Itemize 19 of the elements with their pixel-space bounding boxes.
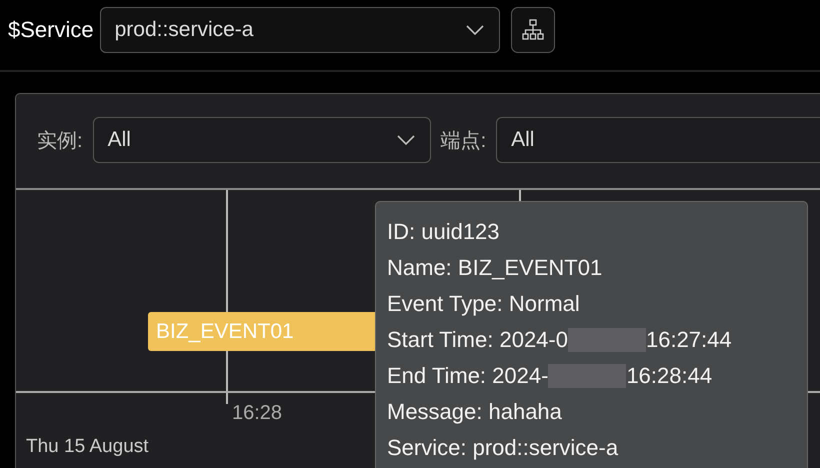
caret-icon <box>396 134 416 146</box>
date-label: Thu 15 August <box>26 436 149 458</box>
filter-label: 端点: <box>440 128 486 154</box>
filter-label: 实例: <box>37 128 83 154</box>
tooltip-line: Message: hahaha <box>387 398 562 426</box>
tooltip-line: ID: uuid123 <box>387 218 500 246</box>
filter-select[interactable]: All <box>496 117 820 163</box>
tooltip-line: Service: prod::service-a <box>387 434 618 462</box>
tooltip-line: Name: BIZ_EVENT01 <box>387 254 602 282</box>
caret-icon <box>464 24 485 36</box>
tooltip-time: 16:27:44 <box>646 326 732 354</box>
time-tick-label: 16:28 <box>232 402 282 425</box>
service-select[interactable]: prod::service-a <box>100 7 500 53</box>
filter-select[interactable]: All <box>92 117 431 163</box>
variable-label: $Service <box>8 17 94 43</box>
hierarchy-button[interactable] <box>510 7 555 53</box>
tooltip-line: End Time: 2024- <box>387 362 548 390</box>
tooltip-time: 16:28:44 <box>626 362 712 390</box>
hierarchy-icon <box>520 18 545 42</box>
